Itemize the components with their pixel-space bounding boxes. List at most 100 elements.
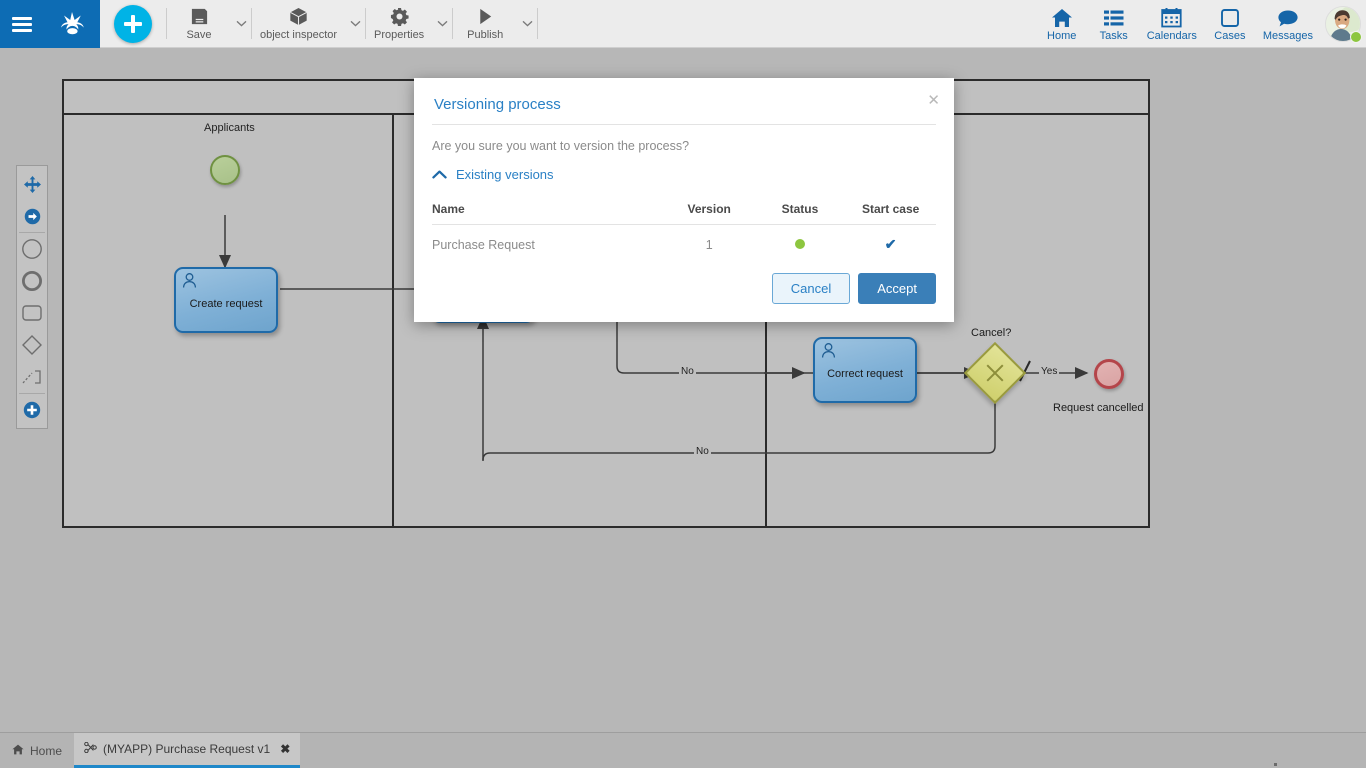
save-label: Save — [186, 29, 212, 41]
user-task-icon — [821, 343, 836, 364]
nav-home-label: Home — [1047, 29, 1077, 42]
close-x-icon[interactable]: ✕ — [927, 93, 940, 108]
flow-label-no-lower: No — [694, 446, 711, 457]
nav-tasks-label: Tasks — [1099, 29, 1128, 42]
presence-status-dot — [1350, 31, 1362, 43]
taskbar-tab-label: (MYAPP) Purchase Request v1 — [103, 742, 271, 756]
rounded-rectangle-icon — [22, 305, 42, 321]
palette-move-pan-tool[interactable] — [17, 168, 47, 200]
table-row[interactable]: Purchase Request 1 ✔ — [432, 225, 936, 260]
bottom-taskbar: Home (MYAPP) Purchase Request v1 ✖ — [0, 732, 1366, 768]
taskbar-tab-purchase-request[interactable]: (MYAPP) Purchase Request v1 ✖ — [74, 733, 301, 768]
save-floppy-icon — [190, 6, 209, 26]
col-version: Version — [663, 198, 755, 225]
properties-button[interactable]: Properties — [366, 0, 432, 47]
calendar-icon — [1161, 6, 1182, 28]
nav-messages-label: Messages — [1262, 29, 1313, 42]
object-inspector-button[interactable]: object inspector — [252, 0, 345, 47]
existing-versions-label: Existing versions — [456, 167, 554, 182]
taskbar-home-item[interactable]: Home — [0, 733, 74, 768]
gateway-label-cancel: Cancel? — [971, 327, 1012, 339]
add-new-button[interactable] — [114, 4, 152, 43]
palette-task-tool[interactable] — [17, 297, 47, 329]
properties-dropdown-caret[interactable] — [432, 0, 452, 47]
object-inspector-label: object inspector — [260, 29, 338, 41]
dialog-confirm-text: Are you sure you want to version the pro… — [432, 139, 690, 153]
hamburger-icon[interactable] — [11, 16, 32, 32]
brand-block — [0, 0, 100, 48]
nav-tasks-button[interactable]: Tasks — [1088, 0, 1140, 47]
nav-messages-button[interactable]: Messages — [1256, 0, 1320, 47]
cell-status — [755, 225, 846, 260]
plus-circle-icon — [23, 401, 41, 419]
plus-icon — [124, 14, 142, 33]
col-name: Name — [432, 198, 664, 225]
versions-table-header-row: Name Version Status Start case — [432, 198, 936, 225]
top-toolbar: Save object inspector Properties Publish… — [0, 0, 1366, 48]
exclusive-gateway-x-icon — [973, 351, 1017, 395]
home-icon — [1051, 6, 1073, 28]
thin-circle-icon — [22, 239, 42, 259]
check-icon: ✔ — [884, 236, 897, 252]
palette-gateway-tool[interactable] — [17, 329, 47, 361]
user-task-icon — [182, 273, 197, 294]
diagram-canvas[interactable]: Applicants iator — [0, 48, 1366, 732]
taskbar-marker-dot — [1274, 763, 1277, 766]
lane-divider-1 — [392, 115, 394, 526]
task-label-create-request: Create request — [189, 298, 263, 310]
publish-dropdown-caret[interactable] — [517, 0, 537, 47]
dialog-footer: Cancel Accept — [414, 259, 954, 322]
chevron-up-icon — [432, 170, 447, 179]
user-avatar-wrap[interactable] — [1320, 0, 1366, 47]
nav-calendars-button[interactable]: Calendars — [1140, 0, 1204, 47]
cube-box-icon — [289, 6, 308, 26]
object-inspector-dropdown-caret[interactable] — [345, 0, 365, 47]
play-triangle-icon — [476, 6, 495, 26]
palette-sequence-flow-tool[interactable] — [17, 200, 47, 232]
save-dropdown-caret[interactable] — [231, 0, 251, 47]
node-task-create-request[interactable]: Create request — [174, 267, 278, 333]
cell-name: Purchase Request — [432, 237, 535, 252]
cases-square-icon — [1220, 6, 1240, 28]
node-task-correct-request[interactable]: Correct request — [813, 337, 917, 403]
col-start-case: Start case — [845, 198, 936, 225]
versioning-process-dialog[interactable]: Versioning process ✕ Are you sure you wa… — [414, 78, 954, 322]
task-label-correct-request: Correct request — [827, 368, 903, 380]
cell-version: 1 — [705, 237, 713, 252]
nav-cases-button[interactable]: Cases — [1204, 0, 1256, 47]
publish-label: Publish — [467, 29, 504, 41]
publish-button[interactable]: Publish — [453, 0, 517, 47]
dashed-bracket-icon — [22, 370, 41, 384]
four-arrows-move-icon — [23, 175, 41, 193]
node-end-event-request-cancelled[interactable] — [1094, 359, 1124, 389]
cancel-button[interactable]: Cancel — [771, 273, 851, 304]
accept-button[interactable]: Accept — [858, 273, 936, 304]
palette-add-element-tool[interactable] — [17, 394, 47, 426]
col-status: Status — [754, 198, 846, 225]
taskbar-tab-close-icon[interactable]: ✖ — [280, 742, 290, 756]
save-button[interactable]: Save — [167, 0, 231, 47]
nav-calendars-label: Calendars — [1146, 29, 1197, 42]
flow-label-yes: Yes — [1039, 366, 1060, 377]
add-button-wrap — [100, 0, 166, 47]
home-small-icon — [12, 744, 24, 758]
nav-home-button[interactable]: Home — [1036, 0, 1088, 47]
tasks-list-icon — [1103, 6, 1125, 28]
node-gateway-cancel[interactable] — [963, 341, 1027, 405]
dialog-body: Are you sure you want to version the pro… — [414, 125, 954, 259]
node-start-event[interactable] — [210, 155, 240, 185]
shape-palette — [16, 165, 48, 429]
end-event-label-request-cancelled: Request cancelled — [1053, 402, 1144, 414]
existing-versions-accordion[interactable]: Existing versions — [432, 167, 936, 182]
palette-start-event-tool[interactable] — [17, 233, 47, 265]
bizagi-frog-logo[interactable] — [55, 9, 89, 39]
palette-association-tool[interactable] — [17, 361, 47, 393]
dialog-title: Versioning process — [434, 96, 561, 113]
gear-icon — [390, 6, 409, 26]
palette-end-event-tool[interactable] — [17, 265, 47, 297]
thick-circle-icon — [21, 270, 43, 292]
cell-start-case: ✔ — [845, 225, 936, 260]
message-bubble-icon — [1277, 6, 1299, 28]
nav-cases-label: Cases — [1214, 29, 1246, 42]
